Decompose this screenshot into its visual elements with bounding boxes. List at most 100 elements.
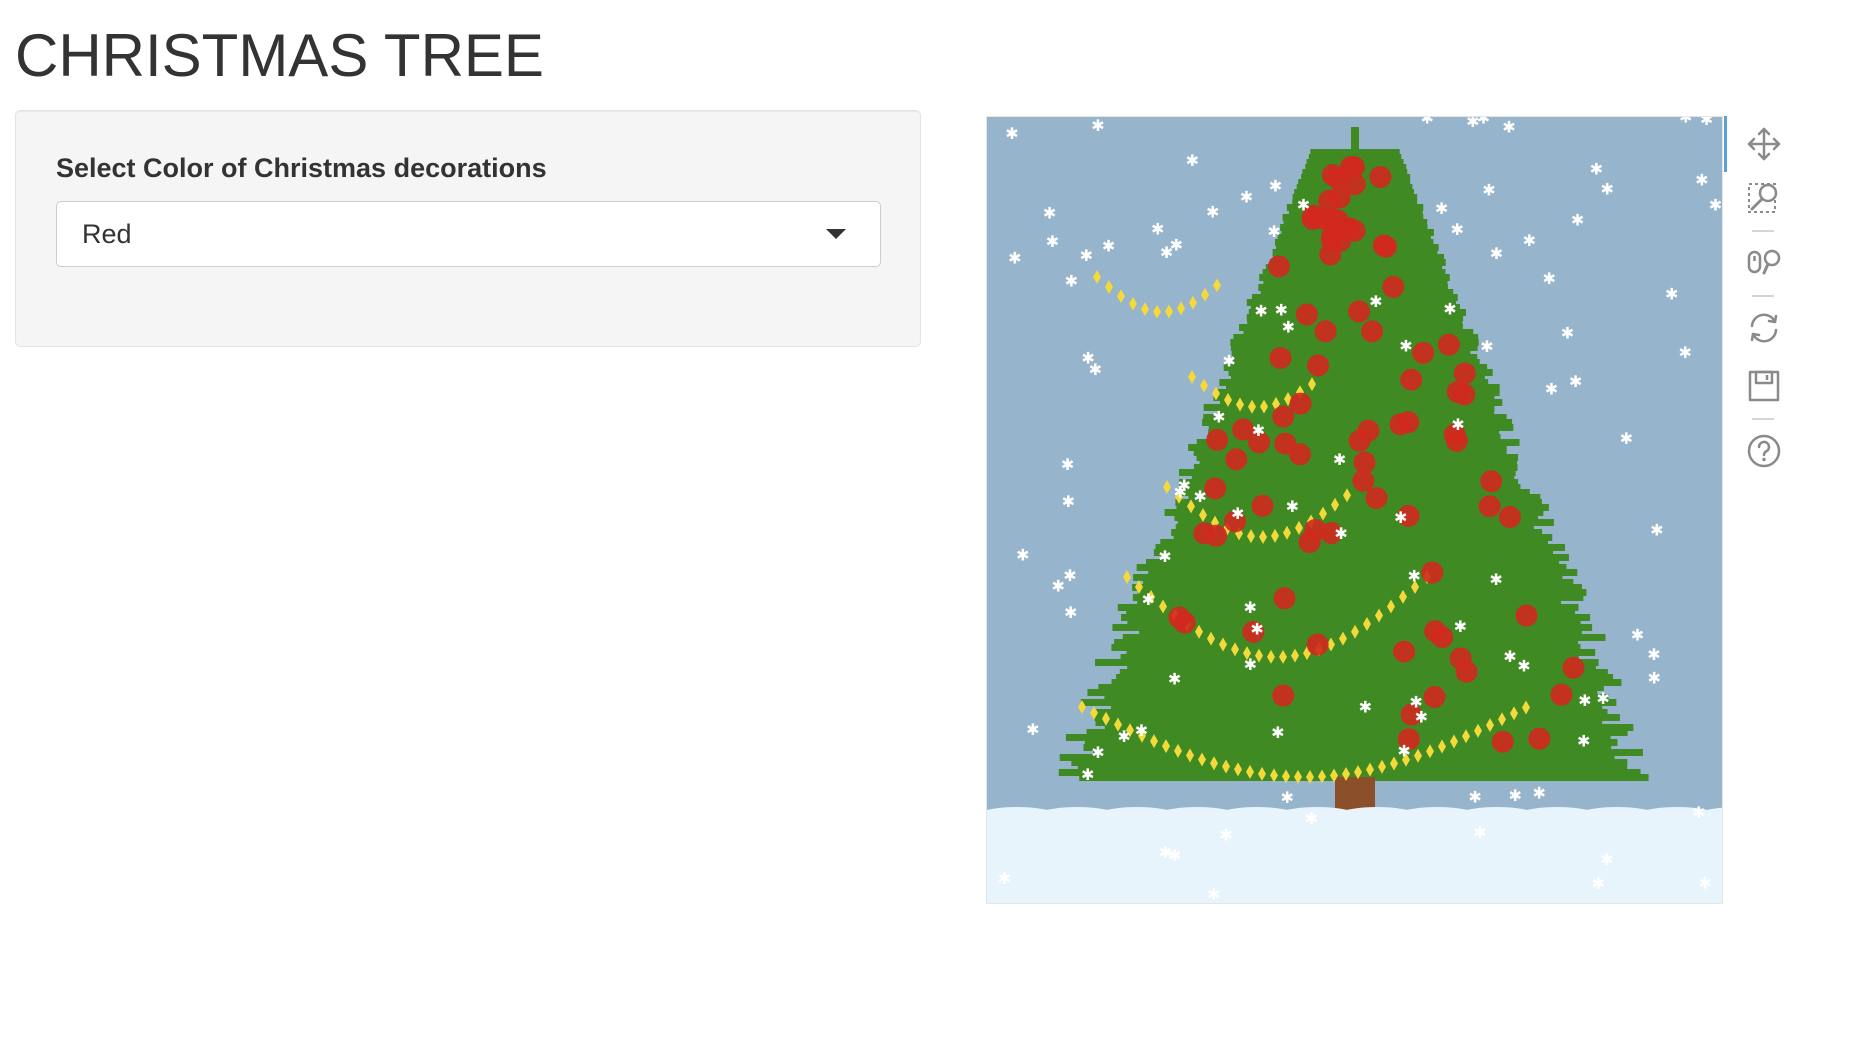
- ornament: [1491, 730, 1514, 753]
- ornament: [1298, 531, 1321, 554]
- ornament: [1424, 620, 1447, 643]
- ornament: [1361, 320, 1384, 343]
- ornament: [1225, 448, 1248, 471]
- snowflake: ✱: [1158, 547, 1171, 566]
- save-tool-button[interactable]: [1744, 366, 1784, 406]
- ornament: [1353, 451, 1376, 474]
- ornament: [1319, 243, 1342, 266]
- ornament: [1393, 640, 1416, 663]
- decoration-color-label: Select Color of Christmas decorations: [56, 153, 547, 183]
- ornament: [1338, 217, 1361, 240]
- snowflake: ✱: [1397, 742, 1410, 761]
- ornament: [1498, 506, 1521, 529]
- move-arrows-icon: [1747, 127, 1781, 161]
- snowflake: ✱: [1193, 487, 1206, 506]
- snowflake: ✱: [1159, 843, 1172, 862]
- snowflake: ✱: [1443, 299, 1456, 318]
- ornament: [1206, 428, 1229, 451]
- plot-toolbar: [1724, 116, 1804, 496]
- snowflake: ✱: [1435, 199, 1448, 218]
- page-title: CHRISTMAS TREE: [15, 22, 544, 89]
- help-tool-button[interactable]: [1744, 431, 1784, 471]
- snowflake: ✱: [1601, 179, 1614, 198]
- snowflake: ✱: [1281, 788, 1294, 807]
- reset-icon: [1750, 313, 1778, 343]
- snowflake: ✱: [1509, 786, 1522, 805]
- snowflake: ✱: [1648, 668, 1661, 687]
- snowflake: ✱: [1267, 222, 1280, 241]
- snowflake: ✱: [1482, 180, 1495, 199]
- snowflake: ✱: [1008, 248, 1021, 267]
- ornament: [1369, 165, 1392, 188]
- snowflake: ✱: [1240, 188, 1253, 207]
- snowflake: ✱: [1063, 566, 1076, 585]
- snowflake: ✱: [1091, 743, 1104, 762]
- ornament: [1307, 354, 1330, 377]
- snowflake: ✱: [1399, 336, 1412, 355]
- ornament: [1314, 320, 1337, 343]
- snowflake: ✱: [1061, 455, 1074, 474]
- snowflake: ✱: [1542, 269, 1555, 288]
- christmas-tree-plot[interactable]: ✱ ✱ ✱ ✱ ✱ ✱ ✱ ✱ ✱ ✱ ✱ ✱ ✱ ✱ ✱ ✱ ✱ ✱ ✱ ✱ ✱ ✱ ✱ ✱ ✱ ✱ ✱ ✱ ✱ ✱ ✱ ✱ ✱ ✱ ✱ ✱ ✱ ✱ ✱ ✱…: [986, 116, 1723, 904]
- snowflake: ✱: [1577, 732, 1590, 751]
- snowflake: ✱: [1590, 160, 1603, 179]
- chevron-down-icon: [826, 229, 846, 239]
- ornament: [1412, 341, 1435, 364]
- snowflake: ✱: [1421, 117, 1434, 128]
- help-icon: [1747, 434, 1781, 468]
- snowflake: ✱: [1117, 727, 1130, 746]
- box-zoom-tool-button[interactable]: [1744, 178, 1784, 218]
- ornament: [1455, 660, 1478, 683]
- wheel-zoom-tool-button[interactable]: [1744, 243, 1784, 283]
- snowflake: ✱: [1043, 203, 1056, 222]
- snowflake: ✱: [1334, 524, 1347, 543]
- snowflake: ✱: [1051, 576, 1064, 595]
- snowflake: ✱: [1206, 202, 1219, 221]
- snowflake: ✱: [1064, 603, 1077, 622]
- snowflake: ✱: [1186, 151, 1199, 170]
- snowflake: ✱: [1297, 196, 1310, 215]
- ornament: [1397, 411, 1420, 434]
- snowflake: ✱: [1369, 292, 1382, 311]
- snowflake: ✱: [1168, 670, 1181, 689]
- snowflake: ✱: [998, 869, 1011, 888]
- snowflake: ✱: [1282, 317, 1295, 336]
- snowflake: ✱: [1005, 124, 1018, 143]
- plot-canvas: ✱ ✱ ✱ ✱ ✱ ✱ ✱ ✱ ✱ ✱ ✱ ✱ ✱ ✱ ✱ ✱ ✱ ✱ ✱ ✱ ✱ ✱ ✱ ✱ ✱ ✱ ✱ ✱ ✱ ✱ ✱ ✱ ✱ ✱ ✱ ✱ ✱ ✱ ✱ ✱…: [987, 117, 1722, 904]
- snowflake: ✱: [1490, 244, 1503, 263]
- snowflake: ✱: [1692, 803, 1705, 822]
- sidebar-panel: Select Color of Christmas decorations Re…: [15, 110, 921, 347]
- snowflake: ✱: [1407, 566, 1420, 585]
- snowflake: ✱: [1709, 195, 1722, 214]
- snowflake: ✱: [1026, 720, 1039, 739]
- toolbar-separator: [1752, 295, 1774, 297]
- snowflake: ✱: [1207, 885, 1220, 904]
- ornament: [1274, 432, 1297, 455]
- pan-tool-button[interactable]: [1744, 124, 1784, 164]
- ornament: [1295, 303, 1318, 326]
- snowflake: ✱: [1046, 232, 1059, 251]
- wheel-zoom-icon: [1747, 249, 1781, 275]
- snowflake: ✱: [1222, 351, 1235, 370]
- snowflake: ✱: [1142, 590, 1155, 609]
- decoration-color-select[interactable]: Red: [56, 201, 881, 267]
- ornament: [1400, 368, 1423, 391]
- snowflake: ✱: [1454, 617, 1467, 636]
- snowflake: ✱: [1545, 380, 1558, 399]
- snowflake: ✱: [1451, 415, 1464, 434]
- ornament: [1173, 611, 1196, 634]
- ornament: [1204, 477, 1227, 500]
- snowflake: ✱: [1600, 850, 1613, 869]
- snowflake: ✱: [1489, 570, 1502, 589]
- snowflake: ✱: [1480, 337, 1493, 356]
- snowflake: ✱: [1151, 220, 1164, 239]
- snowflake: ✱: [1569, 372, 1582, 391]
- ornament: [1251, 494, 1274, 517]
- snowflake: ✱: [1468, 788, 1481, 807]
- reset-tool-button[interactable]: [1744, 308, 1784, 348]
- snowflake: ✱: [1243, 598, 1256, 617]
- snowflake: ✱: [1286, 497, 1299, 516]
- snowflake: ✱: [1620, 429, 1633, 448]
- snowflake: ✱: [1244, 655, 1257, 674]
- snowflake: ✱: [1091, 117, 1104, 135]
